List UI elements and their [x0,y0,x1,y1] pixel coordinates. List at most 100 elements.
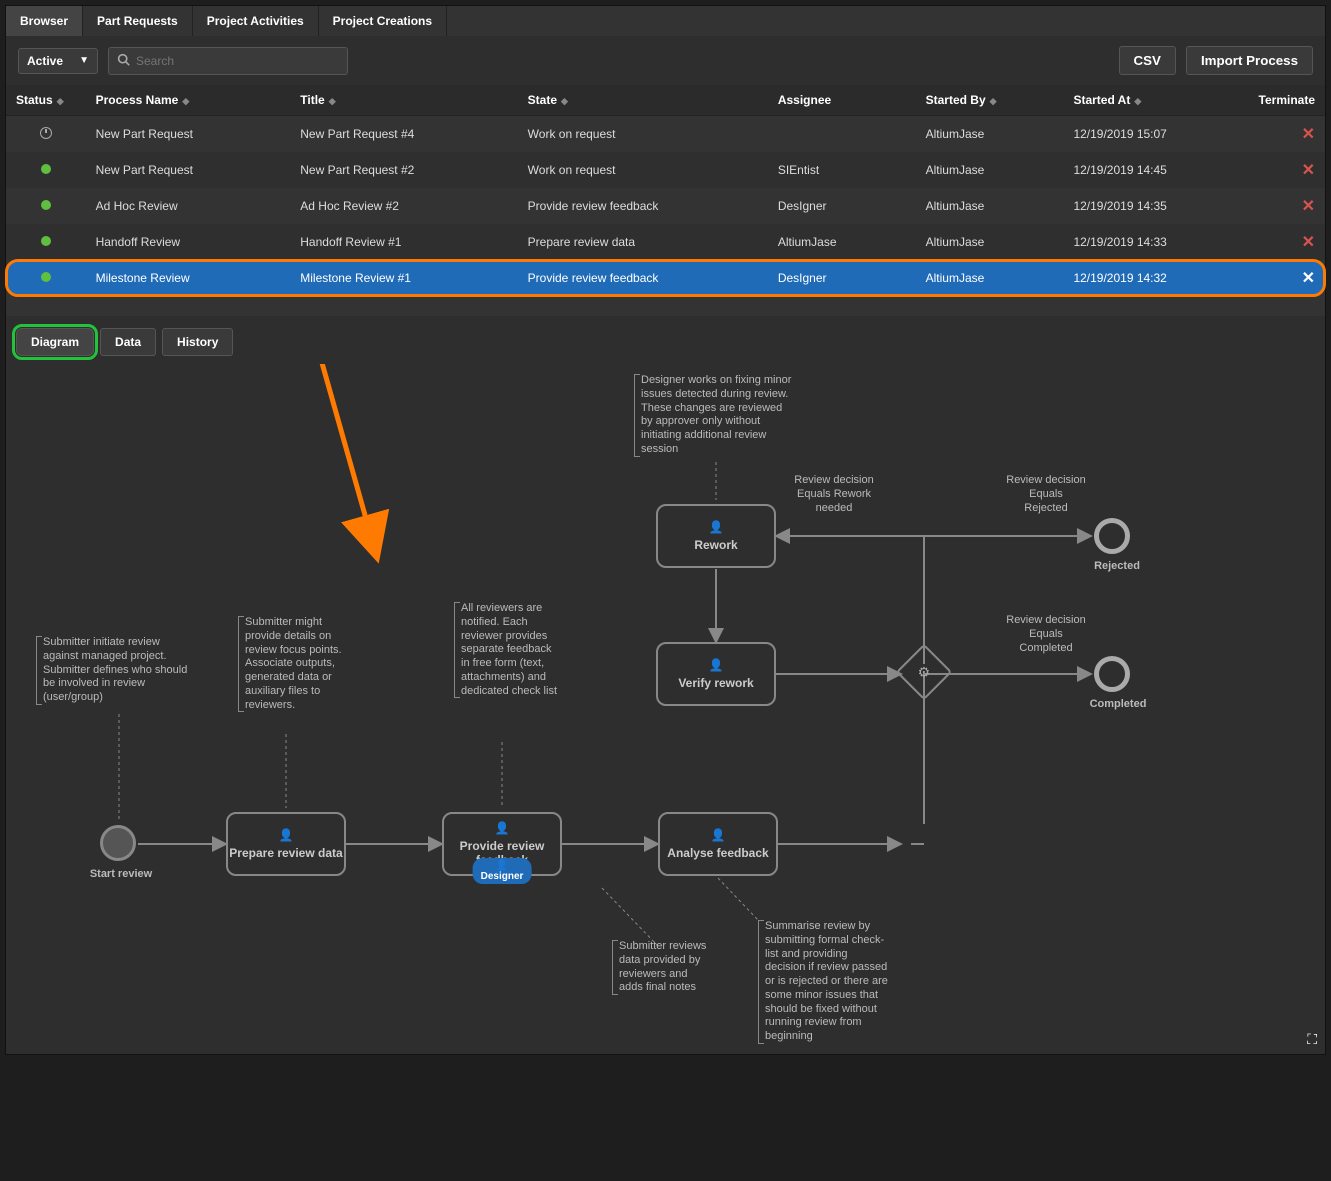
end-completed[interactable] [1094,656,1130,692]
task-rework[interactable]: 👤 Rework [656,504,776,568]
cell-state: Prepare review data [518,224,768,260]
col-started-at[interactable]: Started At◆ [1063,85,1234,116]
col-state[interactable]: State◆ [518,85,768,116]
cell-state: Provide review feedback [518,188,768,224]
toolbar: Active ▼ CSV Import Process [6,36,1325,85]
diagram-canvas[interactable]: Submitter initiate review against manage… [6,364,1325,1054]
cell-assignee: SIEntist [768,152,916,188]
tab-browser[interactable]: Browser [6,6,83,36]
note-analyse: Summarise review by submitting formal ch… [758,920,888,1044]
detail-tabs: Diagram Data History [6,316,1325,364]
end-rejected-label: Rejected [1082,560,1152,572]
cell-startedat: 12/19/2019 14:33 [1063,224,1234,260]
terminate-button[interactable]: ✕ [1234,116,1325,153]
end-rejected[interactable] [1094,518,1130,554]
cell-startedat: 12/19/2019 15:07 [1063,116,1234,153]
table-row[interactable]: New Part RequestNew Part Request #2Work … [6,152,1325,188]
person-icon: 👤 [279,828,294,842]
cell-title: Ad Hoc Review #2 [290,188,517,224]
task-verify-label: Verify rework [678,676,753,690]
process-table: Status◆ Process Name◆ Title◆ State◆ Assi… [6,85,1325,296]
search-box[interactable] [108,47,348,75]
cell-assignee: AltiumJase [768,224,916,260]
tab-history[interactable]: History [162,328,233,356]
sort-icon: ◆ [182,96,187,106]
edge-rejected: Review decision Equals Rejected [1006,474,1086,515]
csv-button[interactable]: CSV [1119,46,1176,75]
sort-icon: ◆ [57,96,62,106]
note-provide-below: Submitter reviews data provided by revie… [612,940,712,995]
cell-process: Ad Hoc Review [86,188,291,224]
cell-title: Milestone Review #1 [290,260,517,296]
cell-process: Handoff Review [86,224,291,260]
cell-assignee: DesIgner [768,188,916,224]
col-started-by[interactable]: Started By◆ [916,85,1064,116]
status-dot-icon [41,200,51,210]
cell-title: New Part Request #4 [290,116,517,153]
cell-startedat: 12/19/2019 14:45 [1063,152,1234,188]
task-rework-label: Rework [694,538,737,552]
cell-startedby: AltiumJase [916,116,1064,153]
col-process-name[interactable]: Process Name◆ [86,85,291,116]
tab-diagram[interactable]: Diagram [16,328,94,356]
table-row[interactable]: New Part RequestNew Part Request #4Work … [6,116,1325,153]
tab-part-requests[interactable]: Part Requests [83,6,193,36]
tab-data[interactable]: Data [100,328,156,356]
sort-icon: ◆ [561,96,566,106]
end-completed-label: Completed [1078,698,1158,710]
cell-startedby: AltiumJase [916,224,1064,260]
edge-rework-needed: Review decision Equals Rework needed [794,474,874,515]
col-status[interactable]: Status◆ [6,85,86,116]
table-row[interactable]: Ad Hoc ReviewAd Hoc Review #2Provide rev… [6,188,1325,224]
note-start: Submitter initiate review against manage… [36,636,196,705]
cell-title: New Part Request #2 [290,152,517,188]
search-icon [117,53,130,69]
cell-assignee [768,116,916,153]
task-provide[interactable]: 👤 Provide review feedback 👤 Designer [442,812,562,876]
cell-state: Provide review feedback [518,260,768,296]
person-icon: 👤 [711,828,726,842]
import-process-button[interactable]: Import Process [1186,46,1313,75]
cell-process: New Part Request [86,116,291,153]
status-filter-value: Active [27,54,63,68]
col-title[interactable]: Title◆ [290,85,517,116]
note-prepare: Submitter might provide details on revie… [238,616,358,712]
status-dot-icon [41,164,51,174]
person-icon: 👤 [709,520,724,534]
terminate-button[interactable]: ✕ [1234,188,1325,224]
chevron-down-icon: ▼ [79,55,89,66]
task-prepare[interactable]: 👤 Prepare review data [226,812,346,876]
task-verify[interactable]: 👤 Verify rework [656,642,776,706]
terminate-button[interactable]: ✕ [1234,152,1325,188]
table-row[interactable]: Handoff ReviewHandoff Review #1Prepare r… [6,224,1325,260]
task-analyse[interactable]: 👤 Analyse feedback [658,812,778,876]
search-input[interactable] [136,54,339,68]
assignee-badge: 👤 Designer [473,858,532,884]
cell-process: Milestone Review [86,260,291,296]
tab-project-activities[interactable]: Project Activities [193,6,319,36]
status-dot-icon [41,272,51,282]
terminate-button[interactable]: ✕ [1234,260,1325,296]
note-provide: All reviewers are notified. Each reviewe… [454,602,559,698]
table-row[interactable]: Milestone ReviewMilestone Review #1Provi… [6,260,1325,296]
clock-icon [40,127,52,139]
task-analyse-label: Analyse feedback [667,846,768,860]
sort-icon: ◆ [990,96,995,106]
tab-project-creations[interactable]: Project Creations [319,6,447,36]
task-prepare-label: Prepare review data [229,846,342,860]
status-filter-select[interactable]: Active ▼ [18,48,98,74]
start-event-label: Start review [76,868,166,880]
start-event[interactable] [100,825,136,861]
gateway-icon: ⚙ [918,664,931,681]
cell-assignee: DesIgner [768,260,916,296]
cell-state: Work on request [518,152,768,188]
edge-completed: Review decision Equals Completed [1006,614,1086,655]
fullscreen-icon[interactable]: ⛶ [1307,1031,1317,1048]
terminate-button[interactable]: ✕ [1234,224,1325,260]
top-tabs: Browser Part Requests Project Activities… [6,6,1325,36]
cell-process: New Part Request [86,152,291,188]
col-assignee[interactable]: Assignee [768,85,916,116]
note-rework: Designer works on fixing minor issues de… [634,374,794,457]
cell-startedby: AltiumJase [916,260,1064,296]
gateway[interactable]: ⚙ [896,644,953,701]
